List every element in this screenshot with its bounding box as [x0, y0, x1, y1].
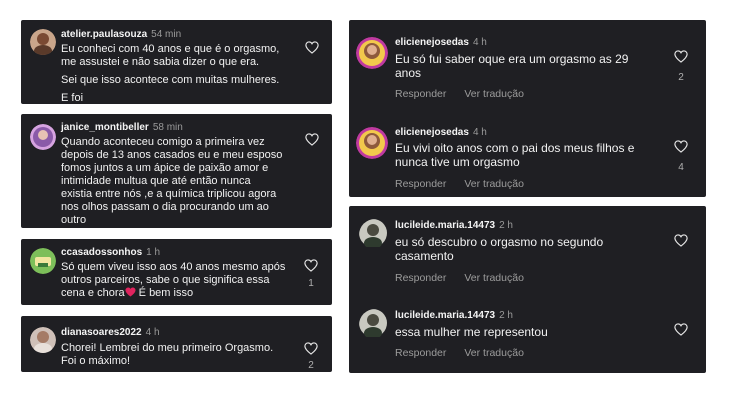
username[interactable]: elicienejosedas — [395, 127, 469, 138]
comment-card: ccasadossonhos 1 h Só quem viveu isso aos… — [21, 239, 332, 305]
comment-line-part: cena e chora — [61, 287, 125, 299]
comment-line: fomos juntos a um ápice de paixão amor e — [61, 162, 269, 174]
avatar[interactable] — [30, 327, 56, 353]
comment-actions: Responder Ver tradução — [395, 178, 542, 190]
like-count: 1 — [308, 278, 314, 289]
comment-text: eu só descubro o orgasmo no segundo casa… — [395, 235, 603, 263]
username[interactable]: atelier.paulasouza — [61, 29, 147, 40]
username[interactable]: lucileide.maria.14473 — [395, 220, 495, 231]
username[interactable]: janice_montibeller — [61, 122, 149, 133]
red-heart-emoji — [125, 287, 136, 297]
comment-line: depois de 13 anos casados eu e meu espos… — [61, 149, 283, 161]
timestamp: 54 min — [151, 29, 182, 40]
comment-header: lucileide.maria.14473 2 h — [395, 310, 513, 321]
timestamp: 2 h — [499, 220, 513, 231]
comment-line: Eu vivi oito anos com o pai dos meus fil… — [395, 141, 635, 155]
avatar[interactable] — [359, 219, 391, 251]
comment-line: Sei que isso acontece com muitas mulhere… — [61, 74, 280, 86]
comment-text: essa mulher me representou — [395, 325, 548, 339]
reply-button[interactable]: Responder — [395, 272, 446, 284]
comment-line: casamento — [395, 249, 454, 263]
comment-text: Eu conheci com 40 anos e que é o orgasmo… — [61, 43, 279, 105]
avatar[interactable] — [30, 248, 56, 274]
comment-actions: Responder Ver tradução — [395, 272, 542, 284]
comment-line: E foi — [61, 92, 84, 104]
comment-card: dianasoares2022 4 h Chorei! Lembrei do me… — [21, 316, 332, 372]
comment-text: Só quem viveu isso aos 40 anos mesmo apó… — [61, 261, 285, 300]
username[interactable]: elicienejosedas — [395, 37, 469, 48]
heart-outline-icon[interactable] — [305, 133, 319, 146]
comment-header: janice_montibeller 58 min — [61, 122, 183, 133]
translate-button[interactable]: Ver tradução — [464, 178, 524, 190]
comment-header: lucileide.maria.14473 2 h — [395, 220, 513, 231]
comment-line: Só quem viveu isso aos 40 anos mesmo apó… — [61, 261, 286, 273]
heart-outline-icon[interactable] — [674, 140, 688, 153]
timestamp: 4 h — [145, 327, 160, 338]
comment-line: me assustei e não sabia dizer o que era. — [61, 56, 260, 68]
avatar[interactable] — [356, 127, 388, 159]
comment-line: anos — [395, 66, 422, 80]
comment-actions: Responder Ver tradução — [395, 88, 542, 100]
comment-line: outros parceiros, sabe o que significa e… — [61, 274, 270, 286]
comment-header: elicienejosedas 4 h — [395, 127, 487, 138]
avatar[interactable] — [30, 124, 56, 150]
comment-text: Eu vivi oito anos com o pai dos meus fil… — [395, 141, 634, 169]
reply-button[interactable]: Responder — [395, 347, 446, 359]
comment-line: Chorei! Lembrei do meu primeiro Orgasmo. — [61, 342, 274, 354]
timestamp: 4 h — [472, 127, 487, 138]
avatar[interactable] — [356, 37, 388, 69]
comment-line-part: É bem isso — [138, 287, 194, 299]
comment-line: Eu conheci com 40 anos e que é o orgasmo… — [61, 43, 280, 55]
heart-outline-icon[interactable] — [674, 50, 688, 63]
comment-line: intimidade multua que até então nunca — [61, 175, 251, 187]
comment-header: elicienejosedas 4 h — [395, 37, 487, 48]
comment-line: Quando aconteceu comigo a primeira vez — [61, 136, 265, 148]
comment-header: atelier.paulasouza 54 min — [61, 29, 181, 40]
like-count: 2 — [678, 72, 684, 83]
comment-line: cena e chora É bem isso — [61, 287, 285, 300]
comment-header: dianasoares2022 4 h — [61, 327, 160, 338]
comment-line: essa mulher me representou — [395, 325, 548, 339]
username[interactable]: lucileide.maria.14473 — [395, 310, 495, 321]
like-count: 4 — [678, 162, 684, 173]
avatar[interactable] — [359, 309, 391, 341]
comment-card: janice_montibeller 58 min Quando acontece… — [21, 114, 332, 228]
comment-line: Foi o máximo! — [61, 355, 131, 367]
comment-actions: Responder Ver tradução — [395, 347, 542, 359]
like-count: 2 — [308, 360, 314, 371]
comment-text: Eu só fui saber oque era um orgasmo as 2… — [395, 52, 628, 80]
comment-line: nunca tive um orgasmo — [395, 155, 520, 169]
comment-line: existia entre nós ,e a química triplicou… — [61, 188, 277, 200]
timestamp: 58 min — [152, 122, 183, 133]
comment-text: Quando aconteceu comigo a primeira vez d… — [61, 136, 282, 227]
comment-line: eu só descubro o orgasmo no segundo — [395, 235, 604, 249]
comment-card: lucileide.maria.14473 2 h eu só descubro … — [349, 206, 706, 373]
translate-button[interactable]: Ver tradução — [464, 272, 524, 284]
comment-line: outro — [61, 214, 87, 226]
comment-line: Eu só fui saber oque era um orgasmo as 2… — [395, 52, 629, 66]
comment-text: Chorei! Lembrei do meu primeiro Orgasmo.… — [61, 342, 273, 368]
translate-button[interactable]: Ver tradução — [464, 88, 524, 100]
username[interactable]: ccasadossonhos — [61, 247, 142, 258]
heart-outline-icon[interactable] — [304, 259, 318, 272]
translate-button[interactable]: Ver tradução — [464, 347, 524, 359]
comment-line: nos olhos passam o dia procurando um ao — [61, 201, 269, 213]
heart-outline-icon[interactable] — [305, 41, 319, 54]
comment-card: elicienejosedas 4 h Eu só fui saber oque … — [349, 20, 706, 197]
avatar[interactable] — [30, 29, 56, 55]
reply-button[interactable]: Responder — [395, 88, 446, 100]
username[interactable]: dianasoares2022 — [61, 327, 142, 338]
heart-outline-icon[interactable] — [674, 234, 688, 247]
comment-card: atelier.paulasouza 54 min Eu conheci com … — [21, 20, 332, 104]
heart-outline-icon[interactable] — [304, 342, 318, 355]
timestamp: 4 h — [472, 37, 487, 48]
comment-header: ccasadossonhos 1 h — [61, 247, 160, 258]
heart-outline-icon[interactable] — [674, 323, 688, 336]
timestamp: 2 h — [499, 310, 513, 321]
timestamp: 1 h — [146, 247, 161, 258]
reply-button[interactable]: Responder — [395, 178, 446, 190]
